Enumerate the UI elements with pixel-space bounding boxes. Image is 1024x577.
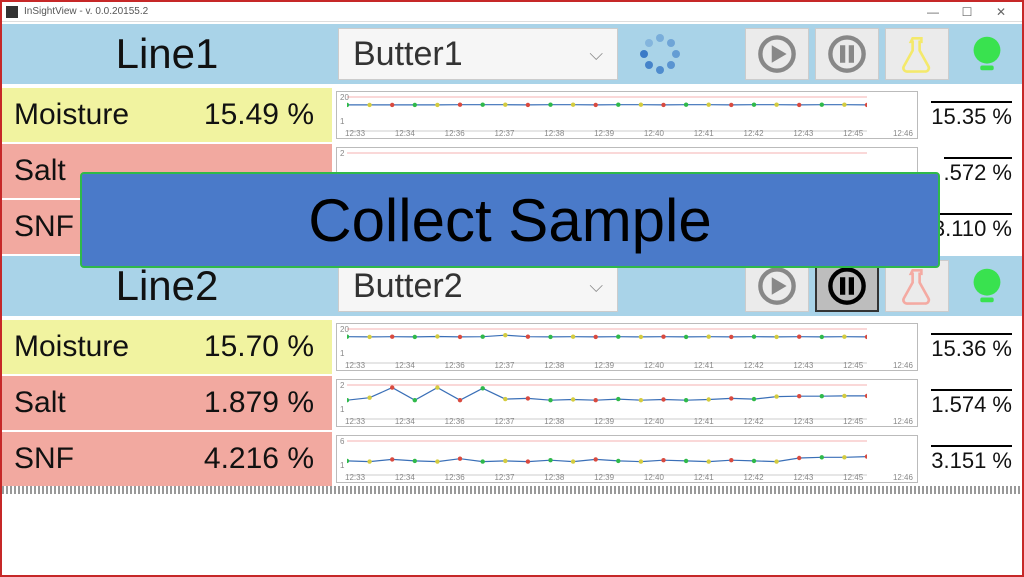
product-select[interactable]: Butter1 ⌵	[338, 28, 618, 80]
metric-summary: 1.574 %	[922, 376, 1022, 430]
loading-spinner-icon	[637, 31, 683, 77]
close-button[interactable]: ✕	[984, 5, 1018, 19]
metric-row: Moisture 15.70 % 201 12:3312:3412:3612:3…	[2, 318, 1022, 374]
app-window: InSightView - v. 0.0.20155.2 — ☐ ✕ Line1…	[0, 0, 1024, 577]
indicator-bulb-icon	[955, 260, 1019, 312]
window-title: InSightView - v. 0.0.20155.2	[24, 6, 148, 17]
maximize-button[interactable]: ☐	[950, 5, 984, 19]
metric-summary: 15.35 %	[922, 88, 1022, 142]
metric-summary: 3.151 %	[922, 432, 1022, 486]
line-block: Line2 Butter2 ⌵ Moisture 15.70 % 201 12:…	[2, 254, 1022, 486]
indicator-bulb-icon	[955, 28, 1019, 80]
metric-label: SNF	[2, 432, 182, 486]
metric-chart: 61 12:3312:3412:3612:3712:3812:3912:4012…	[336, 435, 918, 483]
sample-flask-button[interactable]	[885, 28, 949, 80]
metric-row: SNF 4.216 % 61 12:3312:3412:3612:3712:38…	[2, 430, 1022, 486]
metric-summary: 15.36 %	[922, 320, 1022, 374]
play-button[interactable]	[745, 28, 809, 80]
metric-row: Moisture 15.49 % 201 12:3312:3412:3612:3…	[2, 86, 1022, 142]
line-title: Line1	[2, 24, 332, 84]
app-icon	[6, 6, 18, 18]
chevron-down-icon: ⌵	[589, 44, 603, 65]
metric-label: Salt	[2, 376, 182, 430]
metric-value: 4.216 %	[182, 432, 332, 486]
metric-value: 15.49 %	[182, 88, 332, 142]
metric-chart: 201 12:3312:3412:3612:3712:3812:3912:401…	[336, 323, 918, 371]
collect-sample-overlay[interactable]: Collect Sample	[80, 172, 940, 268]
spinner-cell	[624, 24, 696, 84]
metric-label: Moisture	[2, 320, 182, 374]
pause-button[interactable]	[815, 28, 879, 80]
titlebar: InSightView - v. 0.0.20155.2 — ☐ ✕	[2, 2, 1022, 22]
chevron-down-icon: ⌵	[589, 276, 603, 297]
metric-chart: 21 12:3312:3412:3612:3712:3812:3912:4012…	[336, 379, 918, 427]
product-select-value: Butter2	[353, 267, 463, 306]
product-select-value: Butter1	[353, 35, 463, 74]
metric-value: 1.879 %	[182, 376, 332, 430]
metric-value: 15.70 %	[182, 320, 332, 374]
content: Line1 Butter1 ⌵ Moisture 15.49 % 201 12:…	[2, 22, 1022, 575]
metric-chart: 201 12:3312:3412:3612:3712:3812:3912:401…	[336, 91, 918, 139]
metric-label: Moisture	[2, 88, 182, 142]
metric-row: Salt 1.879 % 21 12:3312:3412:3612:3712:3…	[2, 374, 1022, 430]
minimize-button[interactable]: —	[916, 5, 950, 19]
line-header: Line1 Butter1 ⌵	[2, 22, 1022, 86]
timeline-strip	[2, 486, 1022, 494]
